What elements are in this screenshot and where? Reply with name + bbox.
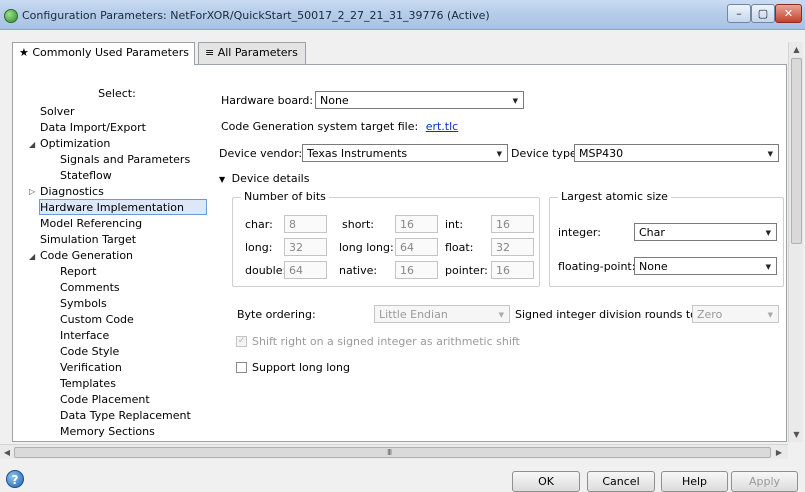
atomic-floating-point-value: None xyxy=(639,260,668,273)
device-vendor-label: Device vendor: xyxy=(219,147,303,160)
hardware-board-dropdown[interactable]: None ▼ xyxy=(315,91,524,109)
int-bits-field[interactable]: 16 xyxy=(491,215,534,233)
atomic-integer-dropdown[interactable]: Char ▼ xyxy=(634,223,777,241)
largest-atomic-size-title: Largest atomic size xyxy=(558,190,671,203)
chevron-down-icon: ▼ xyxy=(767,150,773,158)
simulink-app-icon xyxy=(4,9,18,23)
device-vendor-dropdown[interactable]: Texas Instruments ▼ xyxy=(302,144,508,162)
short-bits-label: short: xyxy=(342,218,374,231)
chevron-down-icon: ▼ xyxy=(498,311,504,319)
device-vendor-value: Texas Instruments xyxy=(307,147,408,160)
apply-button[interactable]: Apply xyxy=(731,471,798,492)
hardware-board-value: None xyxy=(320,94,349,107)
chevron-down-icon: ▼ xyxy=(512,97,518,105)
short-bits-field[interactable]: 16 xyxy=(395,215,438,233)
native-bits-field[interactable]: 16 xyxy=(395,261,438,279)
long-long-bits-field[interactable]: 64 xyxy=(395,238,438,256)
vertical-scroll-thumb[interactable] xyxy=(791,58,802,244)
byte-ordering-dropdown[interactable]: Little Endian ▼ xyxy=(374,305,510,323)
vertical-scrollbar[interactable]: ▲ ▼ xyxy=(788,42,803,442)
scroll-down-arrow-icon[interactable]: ▼ xyxy=(789,427,804,442)
number-of-bits-group: Number of bits char: 8 short: 16 int: 16… xyxy=(232,190,540,287)
cancel-button[interactable]: Cancel xyxy=(587,471,655,492)
long-bits-label: long: xyxy=(245,241,273,254)
window-title: Configuration Parameters: NetForXOR/Quic… xyxy=(22,9,490,22)
scroll-up-arrow-icon[interactable]: ▲ xyxy=(789,42,804,57)
atomic-integer-value: Char xyxy=(639,226,665,239)
number-of-bits-title: Number of bits xyxy=(241,190,329,203)
minimize-button[interactable]: – xyxy=(727,4,751,23)
chevron-down-icon: ▼ xyxy=(765,229,771,237)
int-bits-label: int: xyxy=(445,218,464,231)
dialog-footer: ? OK Cancel Help Apply xyxy=(0,460,805,492)
expanded-triangle-icon: ▼ xyxy=(219,175,226,184)
tab-commonly-used-parameters[interactable]: ★ Commonly Used Parameters xyxy=(12,42,195,65)
double-bits-field[interactable]: 64 xyxy=(284,261,327,279)
ok-button[interactable]: OK xyxy=(512,471,580,492)
native-bits-label: native: xyxy=(339,264,378,277)
scroll-grip-icon: III xyxy=(387,448,392,457)
scroll-right-arrow-icon[interactable]: ▶ xyxy=(772,445,786,460)
device-type-value: MSP430 xyxy=(579,147,624,160)
target-file-label: Code Generation system target file: ert.… xyxy=(221,120,458,133)
largest-atomic-size-group: Largest atomic size integer: Char ▼ floa… xyxy=(549,190,784,287)
device-details-toggle[interactable]: ▼ Device details xyxy=(219,172,309,185)
double-bits-label: double: xyxy=(245,264,287,277)
device-type-label: Device type: xyxy=(511,147,581,160)
device-details-label: Device details xyxy=(231,172,310,185)
atomic-floating-point-label: floating-point: xyxy=(558,260,636,273)
atomic-integer-label: integer: xyxy=(558,226,601,239)
byte-ordering-label: Byte ordering: xyxy=(237,308,316,321)
horizontal-scroll-thumb[interactable]: III xyxy=(14,447,771,458)
target-file-link[interactable]: ert.tlc xyxy=(426,120,459,133)
close-button[interactable]: ✕ xyxy=(775,4,802,23)
title-bar: Configuration Parameters: NetForXOR/Quic… xyxy=(0,0,805,30)
scroll-left-arrow-icon[interactable]: ◀ xyxy=(0,445,14,460)
char-bits-label: char: xyxy=(245,218,273,231)
tab-all-parameters[interactable]: ≡ All Parameters xyxy=(198,42,306,64)
main-panel: Select: Solver Data Import/Export ◢ Opti… xyxy=(12,64,787,442)
signed-division-dropdown[interactable]: Zero ▼ xyxy=(692,305,779,323)
pointer-bits-label: pointer: xyxy=(445,264,488,277)
support-long-long-label: Support long long xyxy=(252,361,350,374)
pointer-bits-field[interactable]: 16 xyxy=(491,261,534,279)
long-bits-field[interactable]: 32 xyxy=(284,238,327,256)
chevron-down-icon: ▼ xyxy=(765,263,771,271)
char-bits-field[interactable]: 8 xyxy=(284,215,327,233)
shift-right-checkbox[interactable]: ✓ xyxy=(236,336,247,347)
target-file-label-text: Code Generation system target file: xyxy=(221,120,419,133)
help-button[interactable]: Help xyxy=(661,471,728,492)
chevron-down-icon: ▼ xyxy=(496,150,502,158)
hardware-implementation-pane: Hardware board: None ▼ Code Generation s… xyxy=(13,65,786,441)
signed-division-value: Zero xyxy=(697,308,723,321)
device-type-dropdown[interactable]: MSP430 ▼ xyxy=(574,144,779,162)
horizontal-scrollbar[interactable]: ◀ III ▶ xyxy=(0,444,788,459)
shift-right-label: Shift right on a signed integer as arith… xyxy=(252,335,520,348)
long-long-bits-label: long long: xyxy=(339,241,394,254)
tab-bar: ★ Commonly Used Parameters ≡ All Paramet… xyxy=(12,42,787,65)
maximize-button[interactable]: ▢ xyxy=(751,4,775,23)
atomic-floating-point-dropdown[interactable]: None ▼ xyxy=(634,257,777,275)
chevron-down-icon: ▼ xyxy=(767,311,773,319)
support-long-long-checkbox[interactable] xyxy=(236,362,247,373)
byte-ordering-value: Little Endian xyxy=(379,308,448,321)
help-question-icon[interactable]: ? xyxy=(6,470,24,488)
float-bits-label: float: xyxy=(445,241,474,254)
hardware-board-label: Hardware board: xyxy=(221,94,314,107)
float-bits-field[interactable]: 32 xyxy=(491,238,534,256)
signed-division-label: Signed integer division rounds to: xyxy=(515,308,701,321)
